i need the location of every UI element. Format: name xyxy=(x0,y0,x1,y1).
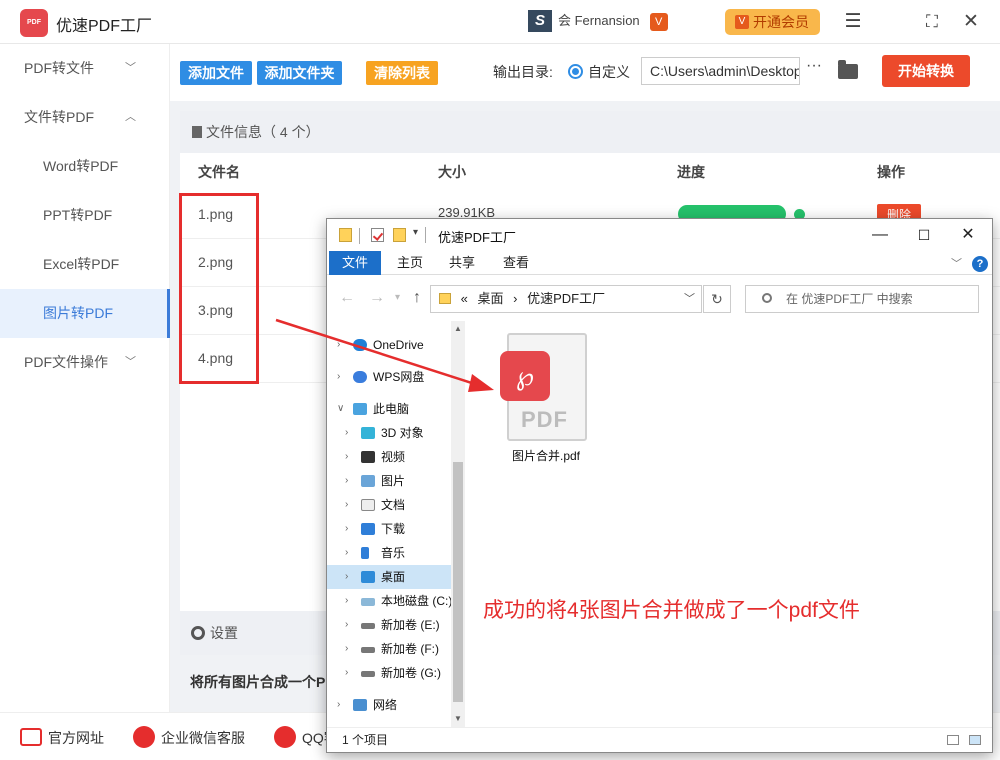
annotation-caption: 成功的将4张图片合并做成了一个pdf文件 xyxy=(483,599,860,622)
annotation-arrow xyxy=(275,318,494,392)
